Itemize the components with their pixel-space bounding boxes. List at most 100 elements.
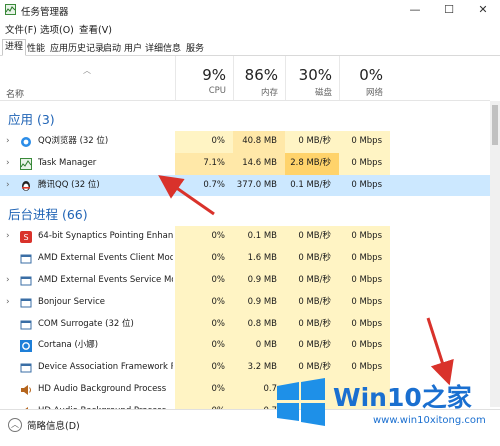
menu-file[interactable]: 文件(F) [5,22,37,36]
process-name: Bonjour Service [38,296,105,307]
cell-disk: 0.1 MB/秒 [290,179,331,190]
synaptics-icon: S [20,231,32,244]
process-row[interactable]: › Task Manager 7.1% 14.6 MB 2.8 MB/秒 0 Mbps [0,152,490,175]
column-disk[interactable]: 30% 磁盘 [285,56,340,100]
process-row[interactable]: Cortana (小娜) 0% 0 MB 0 MB/秒 0 Mbps [0,335,490,358]
cell-net: 0 Mbps [339,269,390,292]
cell-mem: 0.1 MB [233,226,285,249]
maximize-button[interactable]: ☐ [432,0,466,20]
expand-chevron-icon[interactable]: › [6,153,10,175]
watermark-title: Win10之家 [333,383,472,412]
cell-net: 0 Mbps [339,226,390,249]
svg-text:S: S [23,233,28,242]
cpu-total-percent: 9% [202,66,226,84]
process-name: 64-bit Synaptics Pointing Enhance... [38,231,173,242]
process-row[interactable]: › QQ浏览器 (32 位) 0% 40.8 MB 0 MB/秒 0 Mbps [0,131,490,153]
process-row[interactable]: AMD External Events Client Module0%1.6 M… [0,248,490,270]
cell-disk: 0 MB/秒 [285,226,339,249]
cell-disk: 0 MB/秒 [285,131,339,153]
cell-mem: 0.9 MB [233,269,285,292]
cell-net: 0 Mbps [339,152,390,175]
cell-net: 0 Mbps [351,179,382,190]
service-icon [20,253,32,265]
column-memory[interactable]: 86% 内存 [233,56,286,100]
process-row[interactable]: › S 64-bit Synaptics Pointing Enhance...0%… [0,226,490,249]
close-button[interactable]: ✕ [466,0,500,20]
scrollbar-thumb[interactable] [492,105,498,145]
cell-cpu: 0.7% [203,179,225,190]
sort-caret-icon: ︿ [83,66,91,75]
process-row[interactable]: › 腾讯QQ (32 位) 0.7% 377.0 MB 0.1 MB/秒 0 Mbps [0,174,490,197]
expand-chevron-icon[interactable]: › [6,226,10,248]
window-title: 任务管理器 [21,7,69,18]
cell-mem: 0.9 MB [233,291,285,314]
cell-net: 0 Mbps [339,291,390,314]
process-name: COM Surrogate (32 位) [38,318,134,329]
group-header: 后台进程 (66) [0,196,490,226]
process-name: AMD External Events Service Mod... [38,274,173,285]
cell-net: 0 Mbps [339,335,390,358]
process-name: AMD External Events Client Module [38,253,173,264]
task-manager-icon [20,157,32,170]
tab-startup[interactable]: 启动 [101,41,123,54]
cell-disk: 2.8 MB/秒 [285,152,339,175]
windows-logo-icon [277,378,325,426]
cell-disk: 0 MB/秒 [285,313,339,336]
expand-chevron-icon[interactable]: › [6,175,10,197]
column-header: ︿ 名称 9% CPU 86% 内存 30% 磁盘 0% 网络 [0,56,490,101]
cell-disk: 0 MB/秒 [285,248,339,270]
tab-users[interactable]: 用户 [122,41,144,54]
process-row[interactable]: › AMD External Events Service Mod...0%0.9… [0,269,490,292]
watermark: Win10之家 www.win10xitong.com [275,378,497,440]
tab-performance[interactable]: 性能 [25,41,47,54]
cell-cpu: 0% [175,357,233,379]
tab-app-history[interactable]: 应用历史记录 [48,41,106,54]
expand-chevron-icon[interactable]: › [6,292,10,314]
process-row[interactable]: Device Association Framework Pro...0%3.2… [0,357,490,379]
network-label: 网络 [365,88,383,98]
cell-mem: 377.0 MB [236,179,277,190]
cell-disk: 0 MB/秒 [285,291,339,314]
tab-details[interactable]: 详细信息 [143,41,183,54]
speaker-icon [20,384,32,396]
expand-chevron-icon[interactable]: › [6,131,10,153]
tab-strip: 进程 性能 应用历史记录 启动 用户 详细信息 服务 [0,39,500,56]
expand-chevron-icon[interactable]: › [6,270,10,292]
column-cpu[interactable]: 9% CPU [175,56,234,100]
process-row[interactable]: COM Surrogate (32 位) 0% 0.8 MB 0 MB/秒 0 Mbps [0,313,490,336]
menu-view[interactable]: 查看(V) [79,22,112,36]
title-bar: 任务管理器 — ☐ ✕ [0,0,500,20]
group-title: 应用 (3) [8,112,55,127]
column-name[interactable]: 名称 [6,87,24,100]
disk-label: 磁盘 [314,88,332,98]
vertical-scrollbar[interactable] [490,101,500,407]
tab-processes[interactable]: 进程 [2,39,27,56]
menu-bar: 文件(F) 选项(O) 查看(V) [0,21,500,36]
cell-mem: 0 MB [233,335,285,358]
cell-cpu: 0% [175,248,233,270]
cell-cpu: 0% [175,313,233,336]
column-network[interactable]: 0% 网络 [339,56,391,100]
process-name: Device Association Framework Pro... [38,362,173,373]
service-icon [20,362,32,374]
fewer-details-link[interactable]: 简略信息(D) [27,418,80,432]
cell-cpu: 0% [175,378,233,401]
service-icon [20,297,32,309]
menu-options[interactable]: 选项(O) [40,22,74,36]
qq-browser-icon [20,136,32,148]
cell-cpu: 0% [175,131,233,153]
cell-cpu: 0% [175,226,233,249]
chevron-up-icon[interactable]: ︿ [8,418,22,432]
cell-net: 0 Mbps [339,313,390,336]
cell-cpu: 7.1% [175,152,233,175]
cell-disk: 0 MB/秒 [285,335,339,358]
cell-mem: 1.6 MB [233,248,285,270]
cell-disk: 0 MB/秒 [285,357,339,379]
process-row[interactable]: › Bonjour Service 0% 0.9 MB 0 MB/秒 0 Mbps [0,291,490,314]
group-title: 后台进程 (66) [8,207,88,223]
service-icon [20,319,32,331]
cell-mem: 0.8 MB [233,313,285,336]
minimize-button[interactable]: — [398,0,432,20]
cell-mem: 14.6 MB [233,152,285,175]
tab-services[interactable]: 服务 [184,41,206,54]
